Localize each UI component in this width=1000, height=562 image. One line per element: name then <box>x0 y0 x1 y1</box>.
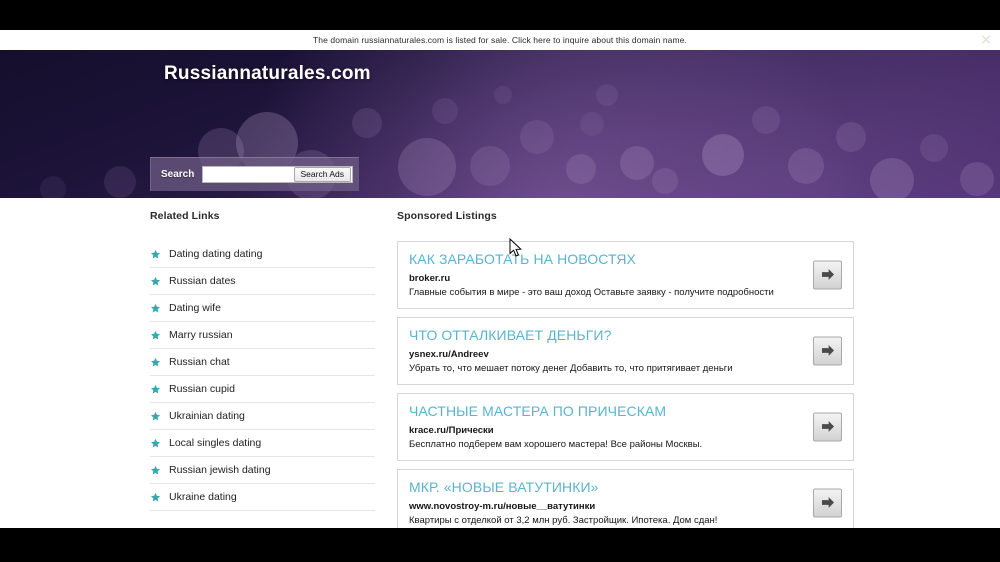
star-icon <box>151 411 160 420</box>
related-link-item[interactable]: Ukrainian dating <box>150 403 375 430</box>
star-icon <box>151 384 160 393</box>
listing-title[interactable]: МКР. «НОВЫЕ ВАТУТИНКИ» <box>409 479 797 495</box>
bokeh-circle <box>352 108 382 138</box>
listing-url: krace.ru/Прически <box>409 425 494 437</box>
bokeh-circle <box>620 146 654 180</box>
sponsored-listings-heading: Sponsored Listings <box>397 210 497 222</box>
related-link-label: Russian cupid <box>169 383 235 395</box>
related-link-label: Russian chat <box>169 356 230 368</box>
related-link-label: Dating dating dating <box>169 248 263 260</box>
arrow-right-icon <box>821 497 834 509</box>
close-icon[interactable]: ✕ <box>979 33 993 48</box>
domain-sale-banner[interactable]: The domain russiannaturales.com is liste… <box>0 30 1000 50</box>
page-title: Russiannaturales.com <box>164 63 371 84</box>
bokeh-circle <box>702 134 744 176</box>
related-link-item[interactable]: Ukraine dating <box>150 484 375 511</box>
related-links-column: Related Links Dating dating dating Russi… <box>150 210 375 528</box>
listing-description: Квартиры с отделкой от 3,2 млн руб. Заст… <box>409 515 718 526</box>
listing-url: ysnex.ru/Andreev <box>409 349 489 361</box>
search-label: Search <box>161 169 195 180</box>
listing-description: Главные события в мире - это ваш доход О… <box>409 287 774 299</box>
bokeh-circle <box>960 162 994 196</box>
star-icon <box>151 276 160 285</box>
bokeh-circle <box>398 138 456 196</box>
related-link-item[interactable]: Russian dates <box>150 268 375 295</box>
search-field[interactable]: Search Ads <box>202 166 353 183</box>
page-body: Russiannaturales.com Search Search Ads R… <box>0 50 1000 528</box>
arrow-right-icon <box>821 269 834 281</box>
star-icon <box>151 492 160 501</box>
listing-go-button[interactable] <box>813 336 842 366</box>
sponsored-listings-column: Sponsored Listings КАК ЗАРАБОТАТЬ НА НОВ… <box>397 210 854 528</box>
related-link-label: Russian jewish dating <box>169 464 271 476</box>
star-icon <box>151 465 160 474</box>
listing-title[interactable]: ЧТО ОТТАЛКИВАЕТ ДЕНЬГИ? <box>409 327 797 343</box>
star-icon <box>151 357 160 366</box>
related-link-label: Local singles dating <box>169 437 262 449</box>
listing-go-button[interactable] <box>813 260 842 290</box>
star-icon <box>151 249 160 258</box>
bokeh-circle <box>596 84 618 106</box>
sponsored-listing[interactable]: КАК ЗАРАБОТАТЬ НА НОВОСТЯХ broker.ru Гла… <box>397 241 854 309</box>
bokeh-circle <box>520 120 554 154</box>
bokeh-circle <box>752 106 780 134</box>
related-link-item[interactable]: Dating dating dating <box>150 241 375 268</box>
listing-description: Бесплатно подберем вам хорошего мастера!… <box>409 439 703 451</box>
bokeh-circle <box>836 122 866 152</box>
related-link-item[interactable]: Russian chat <box>150 349 375 376</box>
bokeh-circle <box>432 98 458 124</box>
related-link-item[interactable]: Russian jewish dating <box>150 457 375 484</box>
bokeh-circle <box>566 154 596 184</box>
bokeh-circle <box>494 86 512 104</box>
bokeh-circle <box>104 166 136 198</box>
listing-title[interactable]: КАК ЗАРАБОТАТЬ НА НОВОСТЯХ <box>409 251 797 267</box>
arrow-right-icon <box>821 345 834 357</box>
related-link-item[interactable]: Marry russian <box>150 322 375 349</box>
main-content: Related Links Dating dating dating Russi… <box>0 198 1000 528</box>
letterbox-top <box>0 0 1000 30</box>
related-link-label: Dating wife <box>169 302 221 314</box>
arrow-right-icon <box>821 421 834 433</box>
star-icon <box>151 438 160 447</box>
bokeh-circle <box>652 168 678 194</box>
related-link-item[interactable]: Russian cupid <box>150 376 375 403</box>
sponsored-listing[interactable]: ЧТО ОТТАЛКИВАЕТ ДЕНЬГИ? ysnex.ru/Andreev… <box>397 316 854 385</box>
bokeh-circle <box>870 158 914 198</box>
star-icon <box>151 303 160 312</box>
listing-description: Убрать то, что мешает потоку денег Добав… <box>409 363 733 375</box>
sponsored-listing[interactable]: МКР. «НОВЫЕ ВАТУТИНКИ» www.novostroy-m.r… <box>397 468 854 528</box>
listing-go-button[interactable] <box>813 412 842 442</box>
bokeh-circle <box>580 112 604 136</box>
related-link-label: Ukraine dating <box>169 491 237 503</box>
listing-go-button[interactable] <box>813 488 842 518</box>
listing-url: www.novostroy-m.ru/новые__ватутинки <box>409 501 596 512</box>
listing-title[interactable]: ЧАСТНЫЕ МАСТЕРА ПО ПРИЧЕСКАМ <box>409 403 797 419</box>
bokeh-circle <box>40 176 66 198</box>
related-link-label: Russian dates <box>169 275 236 287</box>
listing-url: broker.ru <box>409 273 451 285</box>
search-ads-button[interactable]: Search Ads <box>293 167 351 182</box>
site-header: Russiannaturales.com Search Search Ads <box>0 50 1000 198</box>
related-link-item[interactable]: Dating wife <box>150 295 375 322</box>
bokeh-circle <box>920 134 948 162</box>
bokeh-circle <box>470 146 510 186</box>
screen: The domain russiannaturales.com is liste… <box>0 0 1000 562</box>
bokeh-circle <box>788 148 824 184</box>
star-icon <box>151 330 160 339</box>
domain-sale-banner-text: The domain russiannaturales.com is liste… <box>313 35 687 45</box>
related-links-heading: Related Links <box>150 210 220 222</box>
related-link-label: Marry russian <box>169 329 233 341</box>
related-link-item[interactable]: Local singles dating <box>150 430 375 457</box>
search-panel: Search Search Ads <box>150 157 359 191</box>
sponsored-listing[interactable]: ЧАСТНЫЕ МАСТЕРА ПО ПРИЧЕСКАМ krace.ru/Пр… <box>397 392 854 461</box>
letterbox-bottom <box>0 528 1000 562</box>
related-link-label: Ukrainian dating <box>169 410 245 422</box>
related-links-list: Dating dating dating Russian dates Datin… <box>150 241 375 511</box>
